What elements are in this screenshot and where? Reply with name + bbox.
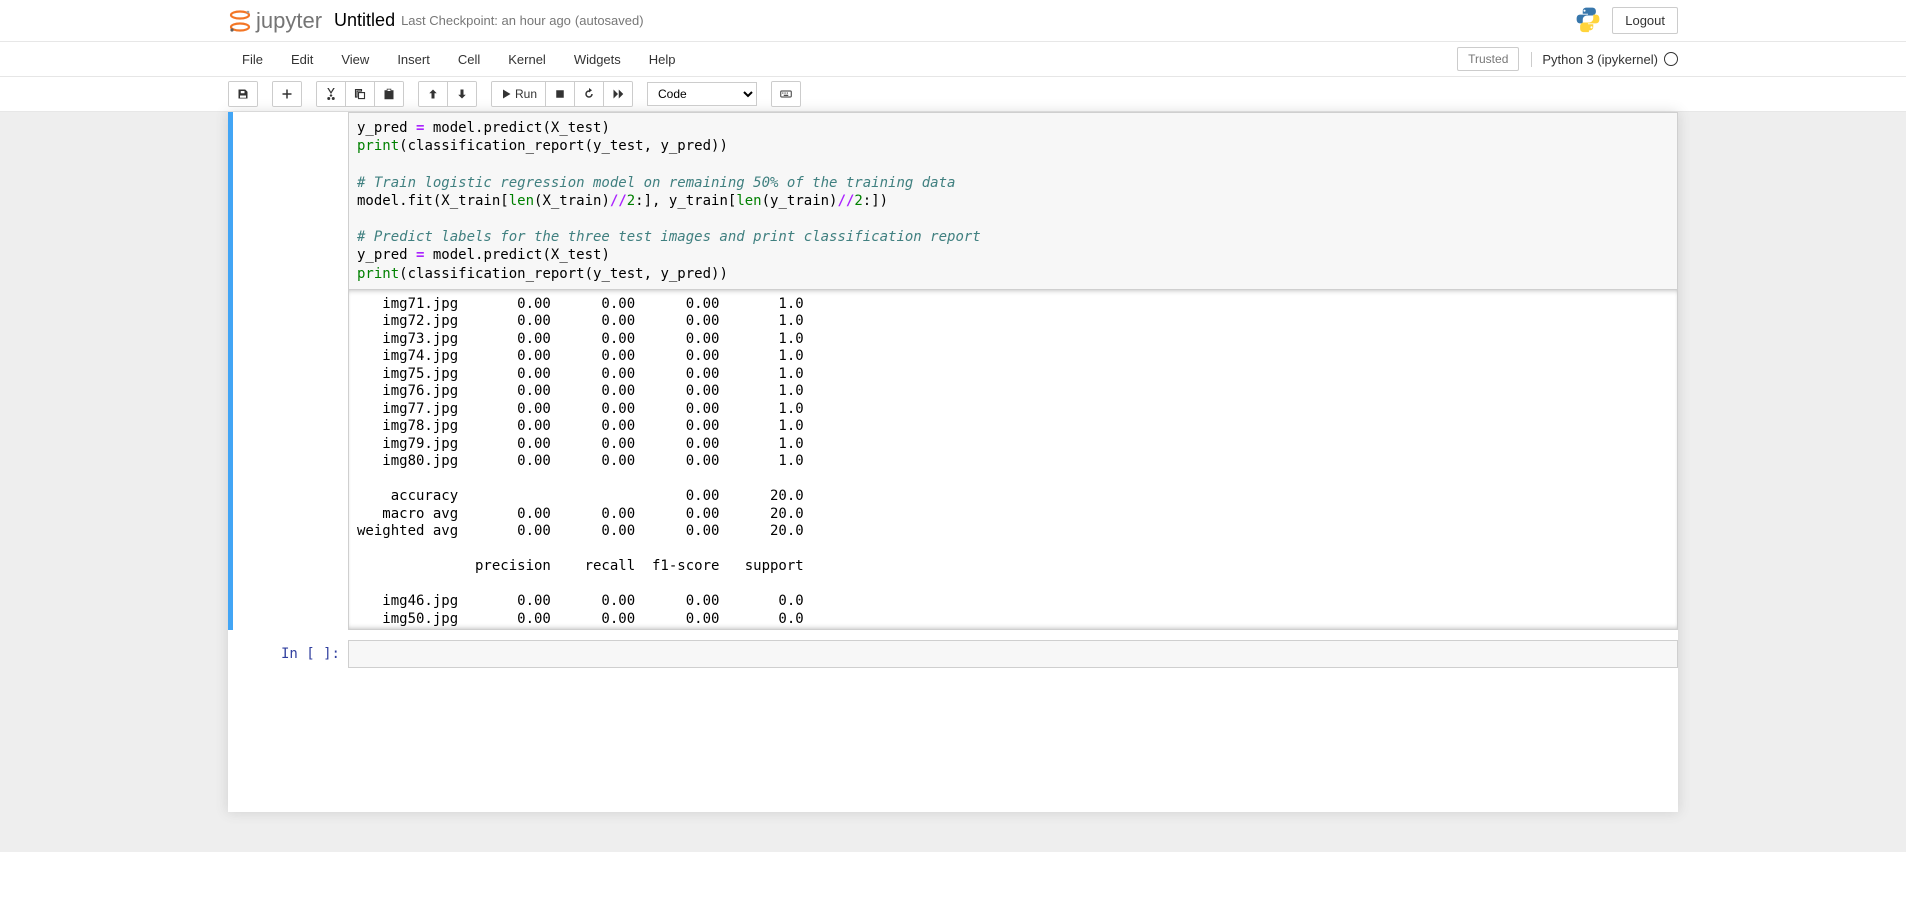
menubar-container: File Edit View Insert Cell Kernel Widget… (0, 42, 1906, 77)
move-up-button[interactable] (419, 82, 448, 106)
save-button[interactable] (229, 82, 257, 106)
fast-forward-icon (612, 88, 624, 100)
run-button-label: Run (515, 87, 537, 101)
code-cell-running[interactable]: y_pred = model.predict(X_test) print(cla… (228, 112, 1678, 630)
jupyter-logo[interactable]: jupyter (228, 8, 322, 34)
save-icon (237, 88, 249, 100)
trusted-indicator[interactable]: Trusted (1457, 47, 1519, 71)
play-icon (500, 88, 512, 100)
copy-button[interactable] (346, 82, 375, 106)
kernel-name-text: Python 3 (ipykernel) (1542, 52, 1658, 67)
paste-icon (383, 88, 395, 100)
checkpoint-status: Last Checkpoint: an hour ago (401, 13, 571, 28)
code-cell-empty[interactable]: In [ ]: (228, 640, 1678, 668)
copy-icon (354, 88, 366, 100)
arrow-down-icon (456, 88, 468, 100)
move-down-button[interactable] (448, 82, 476, 106)
restart-button[interactable] (575, 82, 604, 106)
cell-prompt (233, 112, 348, 630)
menu-cell[interactable]: Cell (444, 44, 494, 75)
plus-icon (281, 88, 293, 100)
arrow-up-icon (427, 88, 439, 100)
menu-edit[interactable]: Edit (277, 44, 327, 75)
keyboard-icon (780, 88, 792, 100)
notebook: y_pred = model.predict(X_test) print(cla… (228, 112, 1678, 812)
logout-button[interactable]: Logout (1612, 7, 1678, 34)
menu-view[interactable]: View (327, 44, 383, 75)
restart-run-all-button[interactable] (604, 82, 632, 106)
restart-icon (583, 88, 595, 100)
menu-help[interactable]: Help (635, 44, 690, 75)
notebook-name[interactable]: Untitled (334, 10, 395, 31)
interrupt-button[interactable] (546, 82, 575, 106)
command-palette-button[interactable] (772, 82, 800, 106)
menu-insert[interactable]: Insert (383, 44, 444, 75)
kernel-status-icon (1664, 52, 1678, 66)
python-logo-icon (1574, 5, 1602, 36)
cell-prompt-empty: In [ ]: (233, 640, 348, 668)
run-button[interactable]: Run (492, 82, 546, 106)
menu-widgets[interactable]: Widgets (560, 44, 635, 75)
notebook-header: jupyter Untitled Last Checkpoint: an hou… (0, 0, 1906, 42)
stop-icon (554, 88, 566, 100)
autosave-status: (autosaved) (575, 13, 644, 28)
add-cell-button[interactable] (273, 82, 301, 106)
code-input-area[interactable]: y_pred = model.predict(X_test) print(cla… (348, 112, 1678, 290)
menu-kernel[interactable]: Kernel (494, 44, 560, 75)
code-input-area-empty[interactable] (348, 640, 1678, 668)
cut-icon (325, 88, 337, 100)
paste-button[interactable] (375, 82, 403, 106)
jupyter-logo-icon (228, 9, 252, 33)
jupyter-logo-text: jupyter (256, 8, 322, 34)
menu-file[interactable]: File (228, 44, 277, 75)
cell-type-select[interactable]: Code (647, 82, 757, 106)
cut-button[interactable] (317, 82, 346, 106)
kernel-name[interactable]: Python 3 (ipykernel) (1531, 52, 1678, 67)
toolbar-container: Run Code (0, 77, 1906, 112)
cell-output-area[interactable]: img71.jpg 0.00 0.00 0.00 1.0 img72.jpg 0… (348, 290, 1678, 630)
